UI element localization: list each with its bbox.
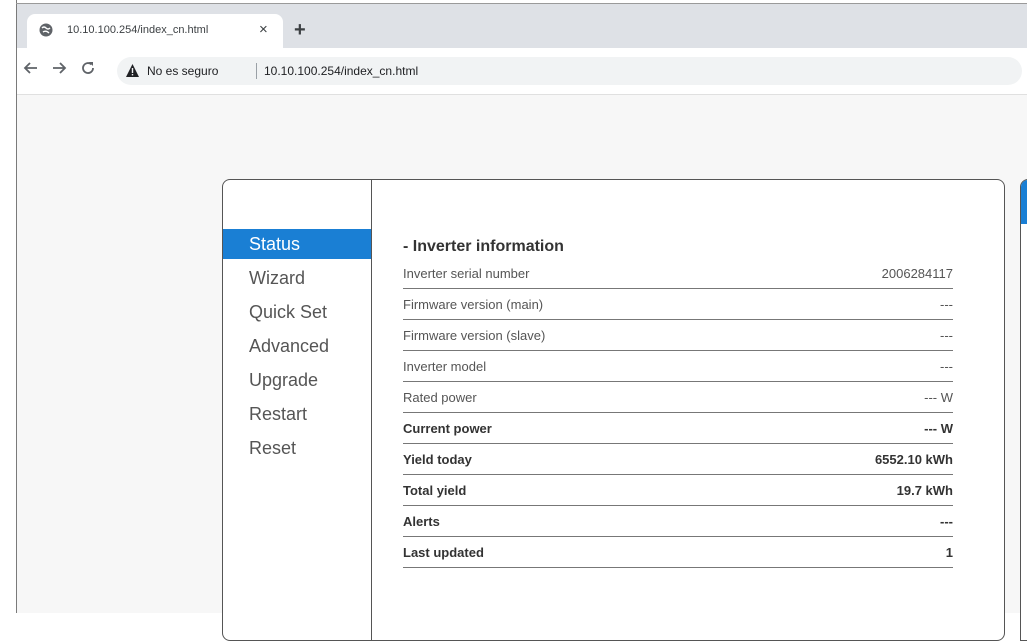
menu-item-status[interactable]: Status (223, 229, 371, 259)
row-value: --- W (758, 412, 953, 444)
row-label: Rated power (403, 381, 759, 413)
row-value: --- W (758, 381, 953, 413)
close-icon[interactable]: × (259, 21, 268, 38)
inverter-info-toggle[interactable]: - Inverter information (403, 236, 953, 258)
panel-divider (371, 180, 372, 640)
table-row: Rated power --- W (403, 381, 953, 413)
menu-item-restart[interactable]: Restart (223, 399, 371, 433)
address-bar[interactable]: No es seguro 10.10.100.254/index_cn.html (117, 57, 1022, 85)
address-separator (256, 63, 257, 79)
new-tab-button[interactable]: + (294, 20, 306, 40)
menu-item-quick-set[interactable]: Quick Set (223, 297, 371, 331)
row-label: Inverter serial number (403, 258, 759, 289)
menu-item-upgrade[interactable]: Upgrade (223, 365, 371, 399)
row-value: --- (758, 350, 953, 382)
menu-item-wizard[interactable]: Wizard (223, 263, 371, 297)
inverter-info-table: Inverter serial number 2006284117 Firmwa… (403, 258, 953, 568)
forward-arrow-icon[interactable] (50, 60, 68, 80)
globe-icon (39, 23, 53, 37)
row-label: Firmware version (main) (403, 288, 759, 320)
security-status-label[interactable]: No es seguro (147, 64, 218, 78)
tab-title: 10.10.100.254/index_cn.html (67, 24, 209, 36)
row-value: 1 (758, 536, 953, 568)
table-row: Firmware version (slave) --- (403, 319, 953, 351)
row-value: 6552.10 kWh (758, 443, 953, 475)
table-row: Yield today 6552.10 kWh (403, 443, 953, 475)
row-value: 19.7 kWh (758, 474, 953, 506)
row-label: Inverter model (403, 350, 759, 382)
browser-tab[interactable]: 10.10.100.254/index_cn.html × (27, 14, 283, 48)
table-row: Total yield 19.7 kWh (403, 474, 953, 506)
table-row: Inverter model --- (403, 350, 953, 382)
navigation-bar: No es seguro 10.10.100.254/index_cn.html (17, 48, 1027, 95)
table-row: Current power --- W (403, 412, 953, 444)
side-menu: Status Wizard Quick Set Advanced Upgrade… (223, 229, 371, 467)
warning-triangle-icon[interactable] (125, 63, 140, 78)
row-value: --- (758, 288, 953, 320)
row-label: Last updated (403, 536, 759, 568)
side-panel-header (1021, 180, 1027, 224)
main-panel: Status Wizard Quick Set Advanced Upgrade… (222, 179, 1005, 641)
row-label: Total yield (403, 474, 759, 506)
menu-item-advanced[interactable]: Advanced (223, 331, 371, 365)
row-value: --- (758, 505, 953, 537)
row-label: Yield today (403, 443, 759, 475)
menu-item-reset[interactable]: Reset (223, 433, 371, 467)
table-row: Alerts --- (403, 505, 953, 537)
row-label: Firmware version (slave) (403, 319, 759, 351)
url-text[interactable]: 10.10.100.254/index_cn.html (264, 64, 418, 78)
row-value: --- (758, 319, 953, 351)
table-row: Firmware version (main) --- (403, 288, 953, 320)
tab-strip: 10.10.100.254/index_cn.html × + (17, 4, 1027, 48)
side-panel-right (1020, 179, 1027, 641)
back-arrow-icon[interactable] (22, 60, 40, 80)
reload-icon[interactable] (79, 60, 97, 80)
row-label: Alerts (403, 505, 759, 537)
status-content: - Inverter information Inverter serial n… (403, 236, 953, 568)
row-label: Current power (403, 412, 759, 444)
table-row: Inverter serial number 2006284117 (403, 258, 953, 289)
page-viewport: Status Wizard Quick Set Advanced Upgrade… (17, 95, 1027, 641)
row-value: 2006284117 (758, 258, 953, 289)
table-row: Last updated 1 (403, 536, 953, 568)
